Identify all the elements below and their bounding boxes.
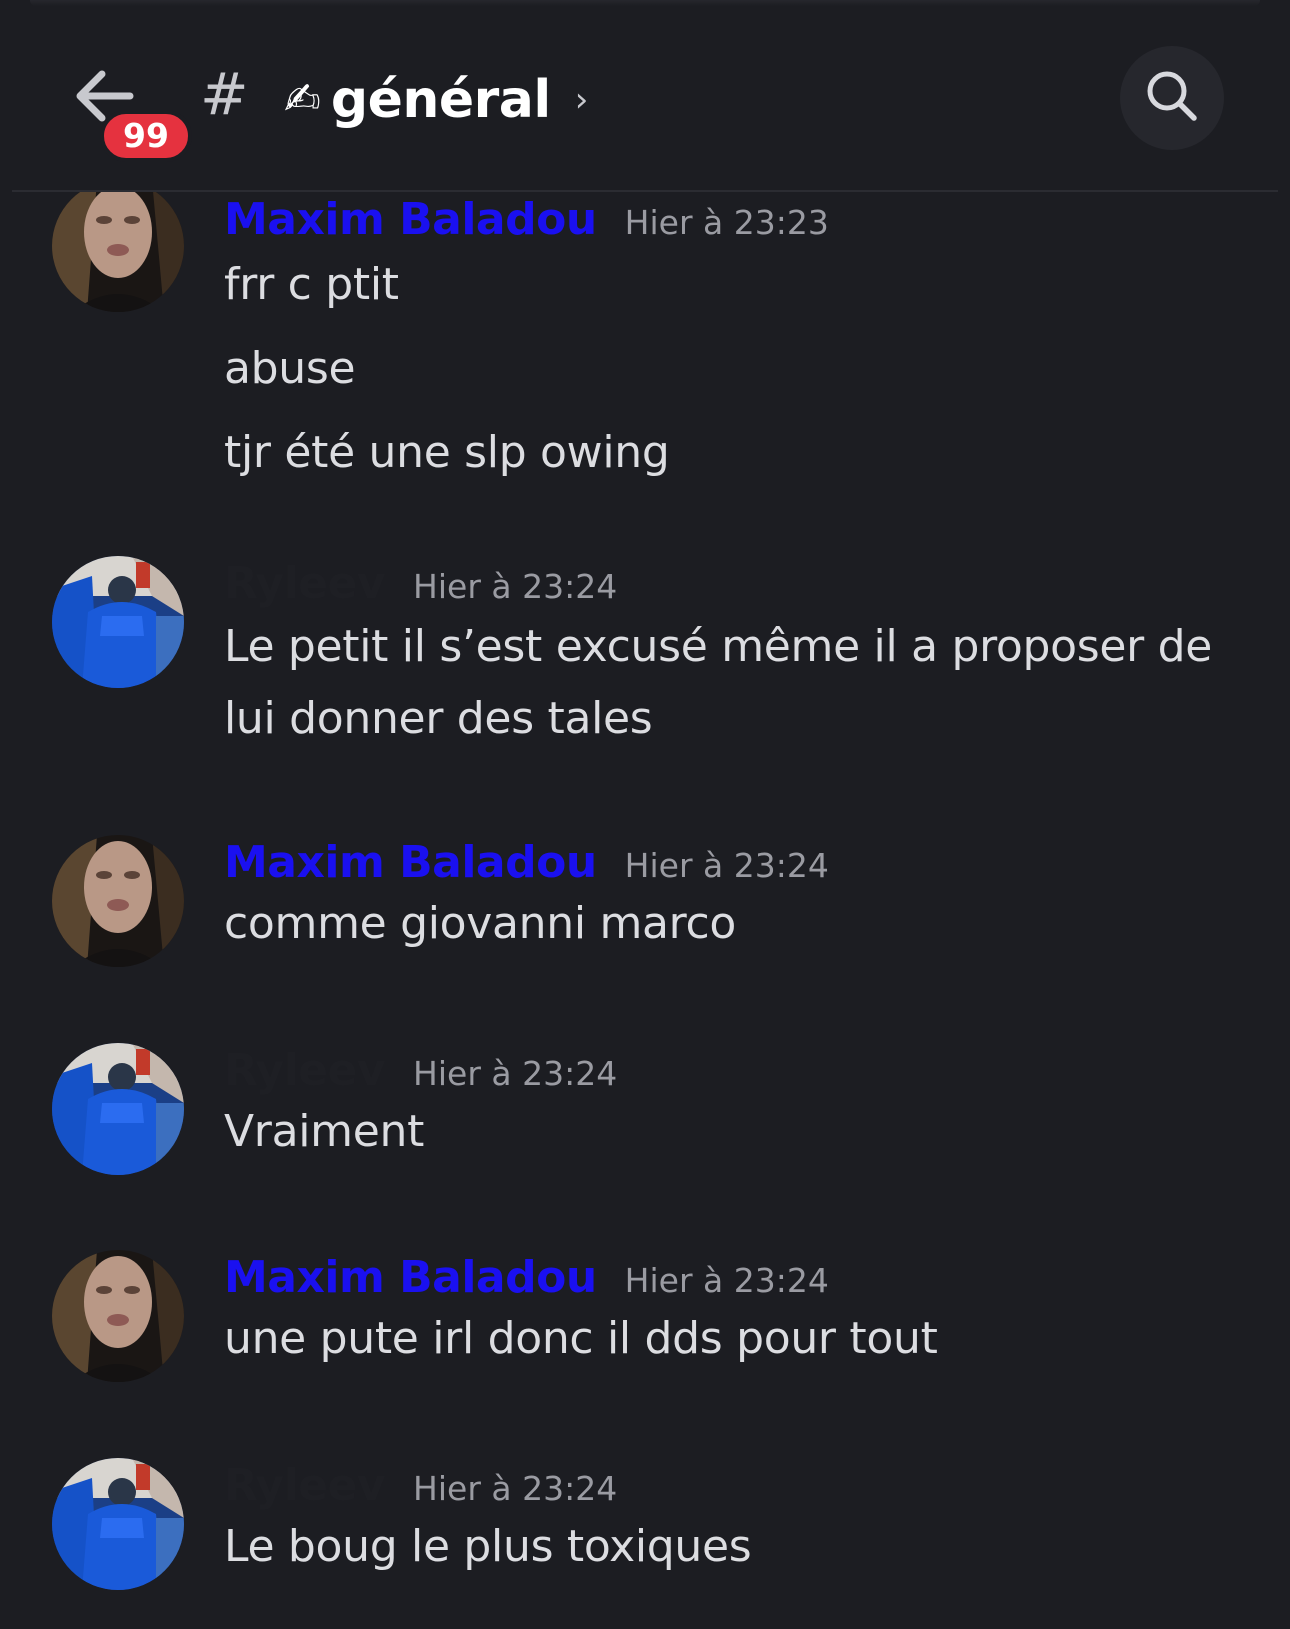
timestamp: Hier à 23:24: [624, 1261, 829, 1300]
avatar[interactable]: [52, 835, 184, 967]
username[interactable]: Maxim Baladou: [224, 1252, 597, 1303]
message-header: Ryleev Hier à 23:24: [224, 1460, 617, 1511]
search-button[interactable]: [1120, 46, 1224, 150]
username[interactable]: Maxim Baladou: [224, 837, 597, 888]
message-text: Le boug le plus toxiques: [224, 1521, 752, 1572]
message-text: frr c ptit: [224, 259, 399, 310]
message-text: comme giovanni marco: [224, 898, 737, 949]
message-header: Ryleev Hier à 23:24: [224, 1045, 617, 1096]
message-text: Vraiment: [224, 1106, 425, 1157]
timestamp: Hier à 23:24: [413, 1469, 618, 1508]
timestamp: Hier à 23:24: [624, 846, 829, 885]
unread-badge: 99: [100, 110, 192, 162]
channel-title-button[interactable]: ✍ général ›: [284, 70, 588, 130]
message-text: Le petit il s’est excusé même il a propo…: [224, 621, 1213, 672]
avatar[interactable]: [52, 556, 184, 688]
channel-name: général: [330, 70, 551, 130]
avatar[interactable]: [52, 192, 184, 312]
username[interactable]: Maxim Baladou: [224, 194, 597, 245]
search-icon: [1144, 68, 1200, 128]
timestamp: Hier à 23:24: [413, 1054, 618, 1093]
message-header: Maxim Baladou Hier à 23:23: [224, 194, 829, 245]
message-text: tjr été une slp owing: [224, 427, 670, 478]
avatar[interactable]: [52, 1043, 184, 1175]
timestamp: Hier à 23:23: [624, 203, 829, 242]
message-list[interactable]: Maxim Baladou Hier à 23:23 frr c ptit ab…: [0, 192, 1290, 1629]
channel-header: 99 # ✍ général ›: [0, 0, 1290, 192]
message-header: Maxim Baladou Hier à 23:24: [224, 837, 829, 888]
message-text: abuse: [224, 343, 356, 394]
message-text: lui donner des tales: [224, 693, 653, 744]
message-header: Ryleev Hier à 23:24: [224, 558, 617, 609]
channel-hash-icon: #: [200, 60, 249, 128]
avatar[interactable]: [52, 1458, 184, 1590]
username[interactable]: Ryleev: [224, 1045, 386, 1096]
message-text: une pute irl donc il dds pour tout: [224, 1313, 938, 1364]
chevron-right-icon: ›: [574, 80, 589, 120]
username[interactable]: Ryleev: [224, 1460, 386, 1511]
timestamp: Hier à 23:24: [413, 567, 618, 606]
username[interactable]: Ryleev: [224, 558, 386, 609]
avatar[interactable]: [52, 1250, 184, 1382]
writing-hand-icon: ✍: [284, 74, 321, 125]
message-header: Maxim Baladou Hier à 23:24: [224, 1252, 829, 1303]
